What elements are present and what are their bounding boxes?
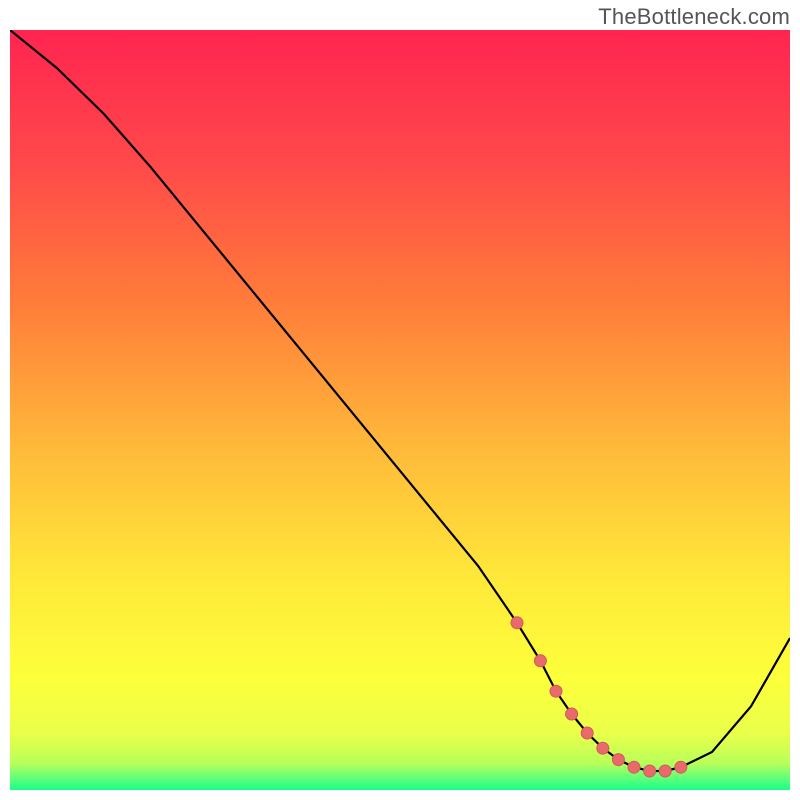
marker-point — [550, 685, 562, 697]
marker-point — [659, 765, 671, 777]
marker-point — [675, 761, 687, 773]
marker-point — [612, 754, 624, 766]
marker-point — [534, 655, 546, 667]
marker-point — [644, 765, 656, 777]
plot-area — [10, 30, 790, 790]
watermark-text: TheBottleneck.com — [598, 4, 790, 30]
marker-point — [628, 761, 640, 773]
marker-point — [581, 727, 593, 739]
chart-svg — [10, 30, 790, 790]
gradient-background — [10, 30, 790, 790]
marker-point — [566, 708, 578, 720]
marker-point — [511, 617, 523, 629]
chart-frame: TheBottleneck.com — [0, 0, 800, 800]
marker-point — [597, 742, 609, 754]
